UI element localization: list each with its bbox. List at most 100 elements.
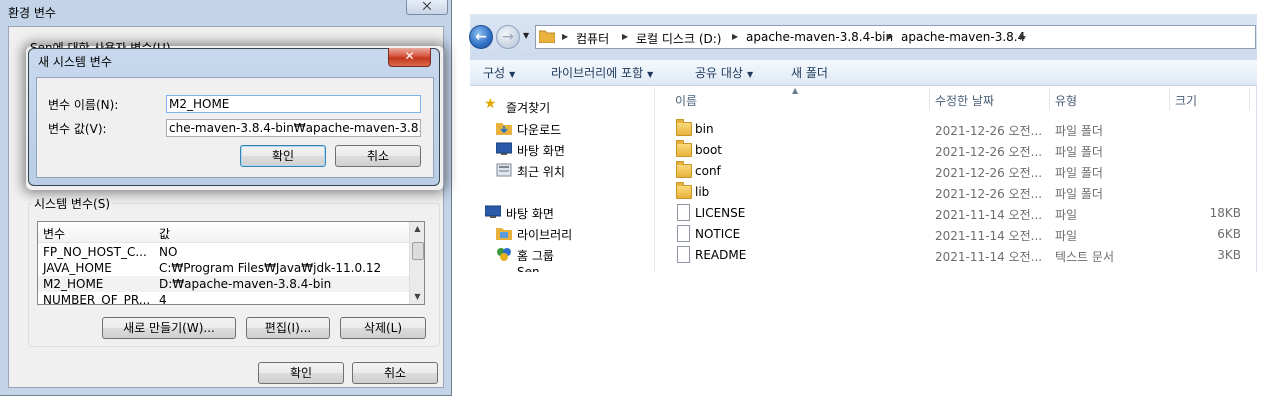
- nav-recent-places[interactable]: 최근 위치: [517, 163, 565, 180]
- variable-name-input[interactable]: M2_HOME: [166, 95, 421, 113]
- file-icon: [677, 204, 690, 221]
- file-date: 2021-11-14 오전...: [935, 229, 1043, 243]
- column-header-date[interactable]: 수정한 날짜: [935, 92, 994, 109]
- breadcrumb-computer[interactable]: 컴퓨터: [576, 30, 609, 47]
- env-cancel-button[interactable]: 취소: [352, 362, 438, 384]
- file-date: 2021-12-26 오전...: [935, 166, 1043, 180]
- breadcrumb-separator-icon[interactable]: ▶: [732, 32, 738, 41]
- file-type: 텍스트 문서: [1055, 250, 1115, 264]
- delete-variable-button[interactable]: 삭제(L): [340, 317, 426, 339]
- row-variable-name: FP_NO_HOST_C...: [43, 245, 147, 259]
- file-name: lib: [695, 185, 710, 199]
- file-type: 파일 폴더: [1055, 166, 1103, 180]
- include-in-library-menu[interactable]: 라이브러리에 포함 ▼: [551, 64, 653, 81]
- list-scrollbar[interactable]: ▲ ▼: [409, 222, 424, 304]
- homegroup-icon: [497, 248, 511, 261]
- nav-downloads[interactable]: 다운로드: [517, 121, 561, 138]
- file-name: bin: [695, 122, 714, 136]
- column-divider[interactable]: [929, 88, 930, 110]
- file-row[interactable]: conf 2021-12-26 오전... 파일 폴더: [660, 160, 1257, 181]
- file-date: 2021-11-14 오전...: [935, 250, 1043, 264]
- env-window-title: 환경 변수: [8, 6, 56, 20]
- folder-icon: [676, 119, 692, 136]
- column-header-variable[interactable]: 변수: [43, 225, 65, 242]
- forward-arrow-icon[interactable]: →: [496, 25, 520, 49]
- include-library-label: 라이브러리에 포함: [551, 66, 644, 80]
- nav-homegroup[interactable]: 홈 그룹: [517, 247, 554, 264]
- breadcrumb-separator-icon[interactable]: ▶: [887, 32, 893, 41]
- column-divider[interactable]: [1049, 88, 1050, 110]
- new-folder-button[interactable]: 새 폴더: [791, 64, 828, 81]
- nav-libraries[interactable]: 라이브러리: [517, 226, 572, 243]
- organize-label: 구성: [483, 66, 506, 80]
- file-row[interactable]: LICENSE 2021-11-14 오전... 파일 18KB: [660, 202, 1257, 223]
- scrollbar-thumb[interactable]: [412, 242, 424, 260]
- file-row[interactable]: lib 2021-12-26 오전... 파일 폴더: [660, 181, 1257, 202]
- organize-menu[interactable]: 구성 ▼: [483, 64, 515, 81]
- file-row[interactable]: bin 2021-12-26 오전... 파일 폴더: [660, 118, 1257, 139]
- list-row[interactable]: FP_NO_HOST_C... NO: [38, 244, 410, 260]
- edit-variable-button[interactable]: 편집(I)...: [246, 317, 330, 339]
- column-header-name[interactable]: 이름: [675, 92, 697, 109]
- file-date: 2021-12-26 오전...: [935, 187, 1043, 201]
- scroll-down-arrow-icon[interactable]: ▼: [410, 290, 425, 304]
- desktop-icon: [496, 142, 512, 155]
- share-with-label: 공유 대상: [695, 66, 743, 80]
- list-row-selected[interactable]: M2_HOME D:₩apache-maven-3.8.4-bin: [38, 276, 410, 292]
- breadcrumb-separator-icon[interactable]: ▶: [622, 32, 628, 41]
- variable-value-input[interactable]: che-maven-3.8.4-bin₩apache-maven-3.8.4: [166, 119, 421, 137]
- text-file-icon: [677, 246, 690, 263]
- new-variable-dialog-title: 새 시스템 변수: [38, 55, 112, 69]
- file-name: NOTICE: [695, 227, 741, 241]
- new-variable-ok-button[interactable]: 확인: [240, 145, 326, 167]
- folder-icon: [676, 161, 692, 178]
- file-size: 18KB: [1209, 206, 1241, 220]
- file-type: 파일: [1055, 208, 1078, 222]
- row-variable-value: 4: [159, 293, 167, 305]
- file-row[interactable]: README 2021-11-14 오전... 텍스트 문서 3KB: [660, 244, 1257, 265]
- file-row[interactable]: NOTICE 2021-11-14 오전... 파일 6KB: [660, 223, 1257, 244]
- breadcrumb-separator-icon[interactable]: ▶: [1020, 32, 1026, 41]
- file-row[interactable]: boot 2021-12-26 오전... 파일 폴더: [660, 139, 1257, 160]
- file-type: 파일 폴더: [1055, 124, 1103, 138]
- sort-ascending-icon: ▲: [792, 86, 799, 95]
- file-type: 파일: [1055, 229, 1078, 243]
- breadcrumb-local-disk[interactable]: 로컬 디스크 (D:): [636, 30, 721, 47]
- breadcrumb-separator-icon[interactable]: ▶: [562, 32, 568, 41]
- row-variable-name: M2_HOME: [43, 277, 104, 291]
- file-size: 3KB: [1217, 248, 1241, 262]
- env-close-button[interactable]: ⨉: [406, 0, 448, 15]
- list-row[interactable]: NUMBER_OF_PR... 4: [38, 292, 410, 305]
- file-type: 파일 폴더: [1055, 187, 1103, 201]
- list-row[interactable]: JAVA_HOME C:₩Program Files₩Java₩jdk-11.0…: [38, 260, 410, 276]
- new-variable-close-button[interactable]: ✕: [388, 48, 431, 67]
- file-date: 2021-11-14 오전...: [935, 208, 1043, 222]
- history-dropdown-icon[interactable]: ▼: [523, 31, 529, 40]
- column-header-type[interactable]: 유형: [1055, 92, 1077, 109]
- column-header-value[interactable]: 값: [159, 225, 170, 242]
- new-variable-button[interactable]: 새로 만들기(W)...: [102, 317, 236, 339]
- row-variable-value: NO: [159, 245, 178, 259]
- breadcrumb-maven-bin[interactable]: apache-maven-3.8.4-bin: [746, 30, 893, 44]
- column-divider[interactable]: [1169, 88, 1170, 110]
- env-ok-button[interactable]: 확인: [258, 362, 344, 384]
- system-variables-list[interactable]: 변수 값 FP_NO_HOST_C... NO JAVA_HOME C:₩Pro…: [37, 221, 425, 305]
- list-header: 변수 값: [38, 222, 410, 243]
- scroll-up-arrow-icon[interactable]: ▲: [410, 222, 425, 236]
- nav-desktop[interactable]: 바탕 화면: [506, 205, 554, 222]
- downloads-folder-icon: [496, 123, 512, 135]
- column-header-size[interactable]: 크기: [1175, 92, 1197, 109]
- breadcrumb-maven[interactable]: apache-maven-3.8.4: [901, 30, 1025, 44]
- folder-icon: [676, 182, 692, 199]
- nav-user[interactable]: Sen: [517, 265, 540, 272]
- recent-places-icon: [496, 163, 512, 177]
- new-variable-cancel-button[interactable]: 취소: [335, 145, 421, 167]
- nav-desktop-favorite[interactable]: 바탕 화면: [517, 142, 565, 159]
- variable-name-label: 변수 이름(N):: [48, 98, 119, 112]
- back-arrow-icon[interactable]: ←: [469, 25, 493, 49]
- column-divider[interactable]: [1249, 88, 1250, 110]
- share-with-menu[interactable]: 공유 대상 ▼: [695, 64, 753, 81]
- row-variable-value: D:₩apache-maven-3.8.4-bin: [159, 277, 332, 291]
- star-icon: ★: [484, 96, 497, 112]
- nav-favorites[interactable]: 즐겨찾기: [506, 99, 550, 116]
